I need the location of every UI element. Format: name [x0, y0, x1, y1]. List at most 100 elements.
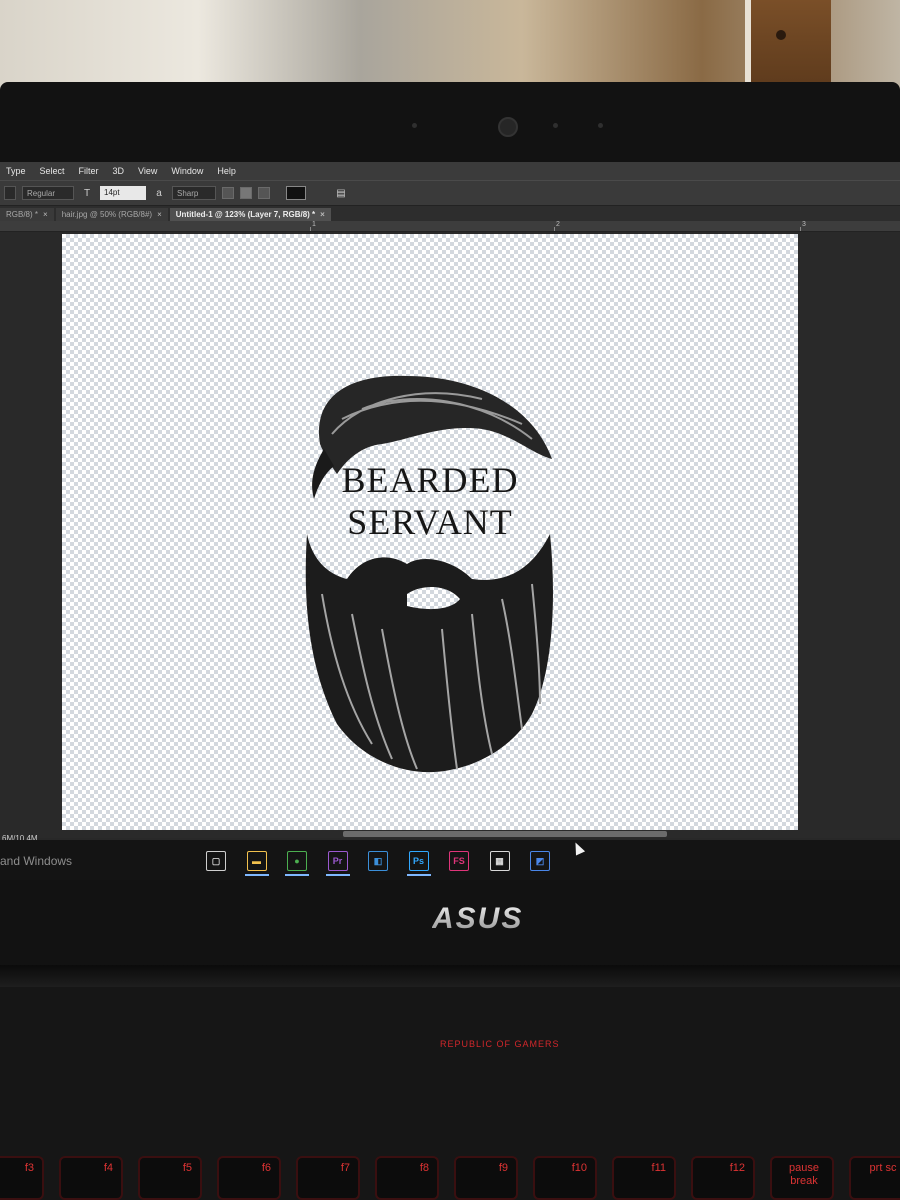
- key-label: f11: [651, 1162, 666, 1174]
- chrome-icon[interactable]: ●: [281, 846, 313, 876]
- taskbar-glyph: ▦: [489, 851, 510, 871]
- premiere-icon[interactable]: Pr: [322, 846, 354, 876]
- scrollbar-thumb[interactable]: [343, 831, 667, 837]
- key-f10[interactable]: f10: [533, 1156, 597, 1200]
- laptop-screen: Type Select Filter 3D View Window Help R…: [0, 162, 900, 880]
- ruler-tick: [310, 227, 311, 231]
- menu-view[interactable]: View: [138, 166, 157, 176]
- menu-3d[interactable]: 3D: [113, 166, 125, 176]
- sensor-dot: [412, 123, 417, 128]
- menu-type[interactable]: Type: [6, 166, 26, 176]
- text-color-swatch[interactable]: [286, 186, 306, 200]
- tab-hair[interactable]: hair.jpg @ 50% (RGB/8#) ×: [55, 208, 168, 221]
- key-label: f12: [729, 1162, 745, 1174]
- key-label: prt sc: [869, 1162, 897, 1174]
- close-icon[interactable]: ×: [320, 210, 325, 219]
- ruler-tick: [554, 227, 555, 231]
- taskbar-glyph: FS: [449, 851, 469, 871]
- menu-filter[interactable]: Filter: [79, 166, 99, 176]
- antialias-icon: a: [156, 187, 162, 199]
- horizontal-ruler: 1 2 3: [0, 221, 900, 232]
- document-canvas[interactable]: BEARDED SERVANT: [62, 234, 798, 832]
- door: [745, 0, 831, 90]
- key-f3[interactable]: f3: [0, 1156, 44, 1200]
- key-label: f7: [340, 1162, 350, 1174]
- tab-document[interactable]: RGB/8) * ×: [0, 208, 54, 221]
- tool-preset-dropdown[interactable]: [4, 186, 16, 200]
- key-label: f9: [498, 1162, 508, 1174]
- tab-label: RGB/8) *: [6, 210, 39, 219]
- door-knob: [776, 30, 786, 40]
- windows-taskbar: and Windows ▢ ▬ ● Pr ◧ Ps FS ▦ ◩: [0, 840, 900, 880]
- key-label: f10: [571, 1162, 587, 1174]
- rog-branding: REPUBLIC OF GAMERS: [440, 1039, 560, 1049]
- sensor-dot: [598, 123, 603, 128]
- key-f4[interactable]: f4: [59, 1156, 123, 1200]
- taskbar-glyph: ●: [287, 851, 307, 871]
- file-explorer-icon[interactable]: ▬: [241, 846, 273, 876]
- key-f7[interactable]: f7: [296, 1156, 360, 1200]
- function-key-row: f3 f4 f5 f6 f7 f8 f9 f10 f11 f12 pause break prt sc: [0, 1156, 900, 1200]
- webcam-icon: [498, 117, 518, 137]
- key-label: f5: [182, 1162, 192, 1174]
- taskbar-glyph: ▬: [246, 851, 267, 871]
- tab-untitled[interactable]: Untitled-1 @ 123% (Layer 7, RGB/8) * ×: [169, 208, 331, 221]
- key-prt-sc[interactable]: prt sc: [849, 1156, 900, 1200]
- paint-app-icon[interactable]: ◩: [524, 846, 556, 876]
- horizontal-scrollbar[interactable]: [0, 830, 900, 838]
- taskbar-glyph: Ps: [408, 851, 429, 871]
- sensor-dot: [553, 123, 558, 128]
- font-style-dropdown[interactable]: Regular: [22, 186, 74, 200]
- key-f12[interactable]: f12: [691, 1156, 755, 1200]
- key-pause-break[interactable]: pause break: [770, 1156, 834, 1200]
- close-icon[interactable]: ×: [157, 210, 162, 219]
- document-tabs: RGB/8) * × hair.jpg @ 50% (RGB/8#) × Untit…: [0, 206, 900, 221]
- logo-line1: BEARDED: [342, 460, 519, 500]
- align-left-button[interactable]: [222, 187, 234, 199]
- taskbar-glyph: ◩: [530, 851, 550, 871]
- cortana-search[interactable]: and Windows: [0, 854, 72, 868]
- key-label: f8: [419, 1162, 429, 1174]
- menu-bar: Type Select Filter 3D View Window Help: [0, 162, 900, 180]
- key-f9[interactable]: f9: [454, 1156, 518, 1200]
- antialias-dropdown[interactable]: Sharp: [172, 186, 216, 200]
- bearded-servant-logo: BEARDED SERVANT: [305, 375, 553, 773]
- key-f5[interactable]: f5: [138, 1156, 202, 1200]
- key-f8[interactable]: f8: [375, 1156, 439, 1200]
- asus-logo: ASUS: [432, 902, 524, 935]
- menu-window[interactable]: Window: [171, 166, 203, 176]
- key-label: f4: [103, 1162, 113, 1174]
- calculator-icon[interactable]: ▦: [484, 846, 516, 876]
- canvas-area: BEARDED SERVANT: [0, 232, 900, 832]
- key-f6[interactable]: f6: [217, 1156, 281, 1200]
- character-panel-icon[interactable]: ▤: [334, 188, 348, 199]
- font-size-field[interactable]: 14pt: [100, 186, 146, 200]
- key-label: pause break: [789, 1162, 819, 1187]
- ruler-mark: 1: [312, 221, 316, 228]
- menu-help[interactable]: Help: [217, 166, 236, 176]
- taskbar-glyph: Pr: [327, 851, 348, 871]
- camera-app-icon[interactable]: ◧: [362, 846, 394, 876]
- hinge: [0, 965, 900, 987]
- font-size-icon: T: [83, 187, 91, 199]
- taskbar-glyph: ◧: [368, 851, 388, 871]
- key-f11[interactable]: f11: [612, 1156, 676, 1200]
- key-label: f6: [261, 1162, 271, 1174]
- menu-select[interactable]: Select: [40, 166, 65, 176]
- task-view-icon[interactable]: ▢: [200, 846, 232, 876]
- align-center-button[interactable]: [240, 187, 252, 199]
- key-label: f3: [24, 1162, 34, 1174]
- ruler-mark: 3: [802, 221, 806, 228]
- align-right-button[interactable]: [258, 187, 270, 199]
- ruler-mark: 2: [556, 221, 560, 228]
- close-icon[interactable]: ×: [43, 210, 48, 219]
- taskbar-glyph: ▢: [206, 851, 226, 871]
- tab-label: Untitled-1 @ 123% (Layer 7, RGB/8) *: [175, 210, 316, 219]
- beard-shape: [305, 534, 553, 773]
- tab-label: hair.jpg @ 50% (RGB/8#): [61, 210, 153, 219]
- photoshop-icon[interactable]: Ps: [403, 846, 435, 876]
- fs-app-icon[interactable]: FS: [443, 846, 475, 876]
- logo-line2: SERVANT: [347, 502, 512, 542]
- ruler-tick: [800, 227, 801, 231]
- options-bar: Regular T 14pt a Sharp ▤: [0, 180, 900, 206]
